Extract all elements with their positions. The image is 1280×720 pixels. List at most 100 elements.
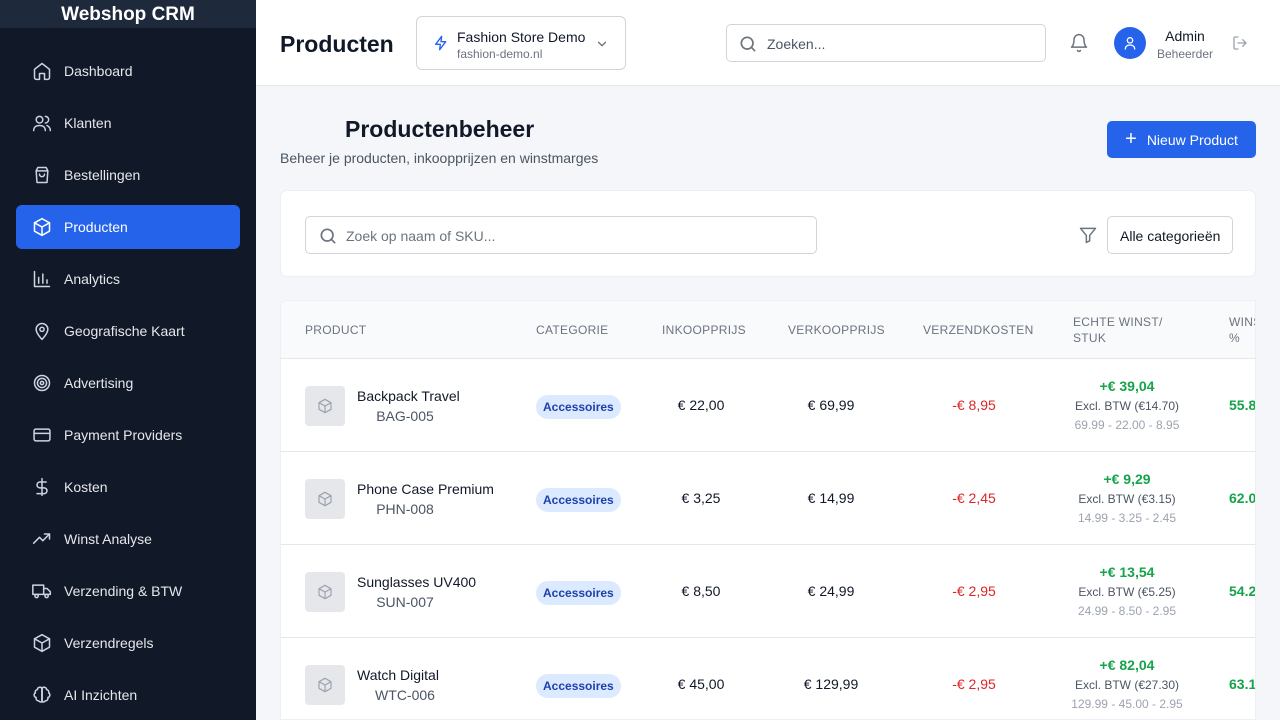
purchase-price: € 45,00	[677, 676, 725, 692]
sidebar-item-winst-analyse[interactable]: Winst Analyse	[16, 517, 240, 561]
products-table: PRODUCT CATEGORIE INKOOPPRIJS VERKOOPPRI…	[280, 300, 1256, 720]
sidebar-item-label: Klanten	[64, 115, 112, 131]
new-product-button[interactable]: + Nieuw Product	[1107, 121, 1256, 158]
sidebar-item-bestellingen[interactable]: Bestellingen	[16, 153, 240, 197]
profit-excl-vat: Excl. BTW (€27.30)	[1074, 678, 1180, 692]
plus-icon: +	[1125, 127, 1137, 150]
credit-card-icon	[32, 425, 52, 445]
store-domain: fashion-demo.nl	[457, 47, 543, 61]
truck-icon	[32, 581, 52, 601]
sidebar-item-verzendregels[interactable]: Verzendregels	[16, 621, 240, 665]
sidebar-item-label: Advertising	[64, 375, 134, 391]
product-search	[305, 216, 817, 254]
profit-value: +€ 9,29	[1103, 471, 1151, 487]
user-role: Beheerder	[1156, 47, 1214, 61]
table-header: PRODUCT CATEGORIE INKOOPPRIJS VERKOOPPRI…	[281, 301, 1255, 359]
column-category[interactable]: CATEGORIE	[536, 322, 609, 338]
sidebar-item-verzending-btw[interactable]: Verzending & BTW	[16, 569, 240, 613]
category-badge: Accessoires	[536, 674, 621, 698]
table-row[interactable]: Backpack Travel BAG-005 Accessoires € 22…	[281, 359, 1256, 452]
shipping-cost: -€ 2,45	[952, 490, 996, 506]
top-header: Producten Fashion Store Demo fashion-dem…	[256, 0, 1280, 86]
product-sku: SUN-007	[376, 594, 434, 610]
table-row[interactable]: Watch Digital WTC-006 Accessoires € 45,0…	[281, 638, 1256, 719]
profit-calculation: 24.99 - 8.50 - 2.95	[1077, 604, 1177, 618]
sidebar-item-label: Producten	[64, 219, 128, 235]
search-icon	[740, 36, 756, 52]
category-badge: Accessoires	[536, 395, 621, 419]
user-icon	[1124, 37, 1136, 50]
product-thumbnail	[305, 572, 345, 612]
column-sale[interactable]: VERKOOPPRIJS	[788, 322, 885, 338]
home-icon	[32, 61, 52, 81]
brand-logo: Webshop CRM	[0, 0, 256, 28]
profit-calculation: 14.99 - 3.25 - 2.45	[1077, 511, 1177, 525]
sale-price: € 24,99	[807, 583, 855, 599]
profit-excl-vat: Excl. BTW (€5.25)	[1078, 585, 1176, 599]
sidebar: Webshop CRM Dashboard Klanten Bestelling…	[0, 0, 256, 720]
column-profit-line1: ECHTE WINST/	[1073, 315, 1163, 329]
profit-excl-vat: Excl. BTW (€3.15)	[1078, 492, 1176, 506]
sale-price: € 129,99	[803, 676, 859, 692]
product-name: Backpack Travel	[357, 388, 460, 404]
column-profit-line2: STUK	[1073, 331, 1107, 345]
users-icon	[32, 113, 52, 133]
main-subtitle: Beheer je producten, inkoopprijzen en wi…	[280, 150, 599, 166]
avatar[interactable]	[1114, 27, 1146, 59]
box-icon	[318, 491, 332, 507]
sidebar-item-advertising[interactable]: Advertising	[16, 361, 240, 405]
column-purchase[interactable]: INKOOPPRIJS	[662, 322, 746, 338]
column-profit[interactable]: ECHTE WINST/ STUK	[1073, 314, 1163, 346]
product-search-input[interactable]	[346, 225, 806, 247]
sidebar-item-kosten[interactable]: Kosten	[16, 465, 240, 509]
new-product-label: Nieuw Product	[1146, 131, 1238, 148]
main-title: Productenbeheer	[345, 116, 535, 142]
product-sku: PHN-008	[376, 501, 434, 517]
dollar-icon	[32, 477, 52, 497]
sidebar-item-label: Verzendregels	[64, 635, 154, 651]
sidebar-nav: Dashboard Klanten Bestellingen Producten…	[16, 49, 240, 720]
box-icon	[318, 677, 332, 693]
product-thumbnail	[305, 386, 345, 426]
lightning-icon	[435, 35, 447, 51]
sidebar-item-analytics[interactable]: Analytics	[16, 257, 240, 301]
shopping-bag-icon	[32, 165, 52, 185]
sidebar-item-label: Analytics	[64, 271, 121, 287]
logout-icon[interactable]	[1232, 35, 1248, 51]
product-name: Sunglasses UV400	[357, 574, 477, 590]
sidebar-item-producten[interactable]: Producten	[16, 205, 240, 249]
filter-card: Alle categorieën	[280, 190, 1256, 277]
profit-calculation: 129.99 - 45.00 - 2.95	[1071, 697, 1183, 711]
search-icon	[320, 228, 336, 244]
sidebar-item-geografische-kaart[interactable]: Geografische Kaart	[16, 309, 240, 353]
sidebar-item-ai-inzichten[interactable]: AI Inzichten	[16, 673, 240, 717]
product-thumbnail	[305, 479, 345, 519]
sidebar-item-dashboard[interactable]: Dashboard	[16, 49, 240, 93]
product-sku: BAG-005	[376, 408, 434, 424]
bell-icon[interactable]	[1069, 33, 1089, 53]
global-search-input[interactable]	[767, 33, 1037, 55]
margin-percent: 63.1%	[1229, 676, 1256, 692]
category-select[interactable]: Alle categorieën	[1107, 216, 1233, 254]
global-search	[726, 24, 1046, 62]
purchase-price: € 22,00	[677, 397, 725, 413]
column-product[interactable]: PRODUCT	[305, 322, 366, 338]
store-selector[interactable]: Fashion Store Demo fashion-demo.nl	[416, 16, 626, 70]
column-shipping[interactable]: VERZENDKOSTEN	[923, 322, 1034, 338]
column-margin[interactable]: WINST %	[1229, 314, 1255, 346]
table-row[interactable]: Sunglasses UV400 SUN-007 Accessoires € 8…	[281, 545, 1255, 638]
sidebar-item-klanten[interactable]: Klanten	[16, 101, 240, 145]
table-row[interactable]: Phone Case Premium PHN-008 Accessoires €…	[281, 452, 1256, 545]
trending-up-icon	[32, 529, 52, 549]
sidebar-item-label: Winst Analyse	[64, 531, 152, 547]
margin-percent: 62.0%	[1229, 490, 1256, 506]
column-margin-line1: WINST	[1229, 315, 1255, 329]
category-badge: Accessoires	[536, 488, 621, 512]
shipping-cost: -€ 2,95	[952, 676, 996, 692]
chevron-down-icon	[597, 41, 607, 47]
margin-percent: 55.8%	[1229, 397, 1256, 413]
brain-icon	[32, 685, 52, 705]
sidebar-item-payment-providers[interactable]: Payment Providers	[16, 413, 240, 457]
profit-cell: +€ 39,04 Excl. BTW (€14.70) 69.99 - 22.0…	[1061, 378, 1193, 432]
sidebar-item-label: Payment Providers	[64, 427, 183, 443]
